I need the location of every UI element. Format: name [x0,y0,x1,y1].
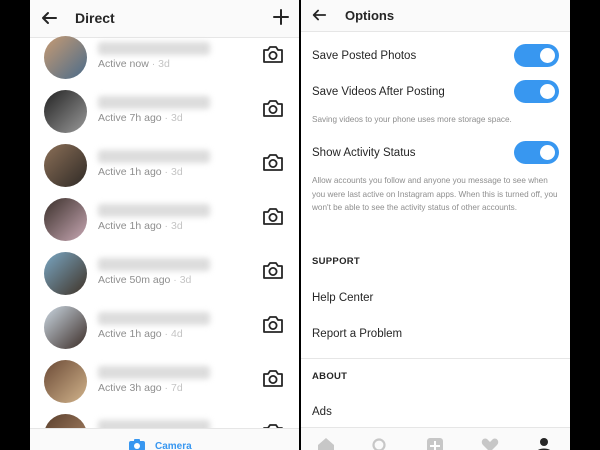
thread-username-blurred [98,312,210,325]
about-section-header: ABOUT [312,371,348,382]
toggle-knob [540,48,555,63]
separator-dot: · [170,274,180,286]
thread-age: 7d [170,382,183,394]
thread-status: Active 1h ago · 4d [98,328,183,340]
activity-status: Active now [98,58,149,70]
thread-row[interactable]: Active 1h ago · 3d [30,144,299,198]
save-photos-toggle[interactable] [514,44,559,67]
search-icon[interactable] [371,437,389,450]
video-storage-hint: Saving videos to your phone uses more st… [312,115,512,124]
thread-age: 3d [170,166,183,178]
profile-icon[interactable] [535,437,553,450]
thread-row[interactable]: Active 3h ago · 7d [30,360,299,414]
thread-username-blurred [98,366,210,379]
separator-dot: · [161,166,171,178]
camera-icon[interactable] [262,44,284,64]
heart-icon[interactable] [481,437,499,450]
activity-status-toggle[interactable] [514,141,559,164]
separator-dot: · [161,328,171,340]
thread-username-blurred [98,42,210,55]
activity-status: Active 1h ago [98,220,162,232]
thread-status: Active now · 3d [98,58,170,70]
thread-row[interactable]: Active 1h ago · 4d [30,306,299,360]
page-title: Direct [75,10,115,26]
separator-dot: · [148,58,159,70]
thread-username-blurred [98,258,210,271]
camera-icon[interactable] [262,152,284,172]
activity-status-hint: Allow accounts you follow and anyone you… [312,176,558,212]
avatar[interactable] [44,252,87,295]
thread-age: 3d [158,58,170,70]
divider [301,358,570,359]
report-problem-link[interactable]: Report a Problem [312,328,402,340]
plus-icon[interactable] [272,8,290,26]
thread-age: 4d [170,328,183,340]
save-videos-toggle[interactable] [514,80,559,103]
direct-header: Direct [30,0,299,38]
avatar[interactable] [44,36,87,79]
thread-status: Active 50m ago · 3d [98,274,191,286]
save-photos-label: Save Posted Photos [312,50,417,62]
thread-status: Active 7h ago · 3d [98,112,183,124]
camera-icon[interactable] [262,98,284,118]
avatar[interactable] [44,360,87,403]
thread-age: 3d [170,112,183,124]
save-videos-label: Save Videos After Posting [312,86,445,98]
avatar[interactable] [44,306,87,349]
toggle-knob [540,84,555,99]
options-header: Options [301,0,570,32]
thread-row[interactable]: Active 7h ago · 3d [30,90,299,144]
thread-status: Active 1h ago · 3d [98,220,183,232]
add-post-icon[interactable] [426,437,444,450]
help-center-link[interactable]: Help Center [312,292,373,304]
avatar[interactable] [44,144,87,187]
thread-row[interactable]: Active 50m ago · 3d [30,252,299,306]
home-icon[interactable] [317,437,335,450]
activity-status: Active 7h ago [98,112,162,124]
direct-footer[interactable]: Camera [30,428,299,450]
camera-icon[interactable] [262,206,284,226]
options-screen: Options Save Posted Photos Save Videos A… [301,0,570,450]
thread-username-blurred [98,204,210,217]
camera-label[interactable]: Camera [155,441,192,450]
arrow-left-icon[interactable] [40,9,58,27]
camera-icon[interactable] [128,438,146,450]
camera-icon[interactable] [262,260,284,280]
thread-age: 3d [179,274,192,286]
thread-username-blurred [98,96,210,109]
thread-row[interactable]: Active now · 3d [30,36,299,90]
direct-screen: Direct Active now · 3d Active 7h ago · 3d… [30,0,299,450]
activity-status: Active 1h ago [98,328,162,340]
thread-username-blurred [98,150,210,163]
bottom-tab-bar [301,427,570,450]
camera-icon[interactable] [262,314,284,334]
page-title: Options [345,8,395,23]
separator-dot: · [161,220,171,232]
avatar[interactable] [44,90,87,133]
toggle-knob [540,145,555,160]
arrow-left-icon[interactable] [311,7,327,23]
activity-status: Active 1h ago [98,166,162,178]
support-section-header: SUPPORT [312,256,361,267]
avatar[interactable] [44,198,87,241]
thread-status: Active 3h ago · 7d [98,382,183,394]
separator-dot: · [161,112,171,124]
thread-status: Active 1h ago · 3d [98,166,183,178]
thread-age: 3d [170,220,183,232]
activity-status-label: Show Activity Status [312,147,416,159]
camera-icon[interactable] [262,368,284,388]
ads-link[interactable]: Ads [312,406,332,418]
thread-row[interactable]: Active 1h ago · 3d [30,198,299,252]
separator-dot: · [161,382,171,394]
activity-status: Active 50m ago [98,274,171,286]
activity-status: Active 3h ago [98,382,162,394]
